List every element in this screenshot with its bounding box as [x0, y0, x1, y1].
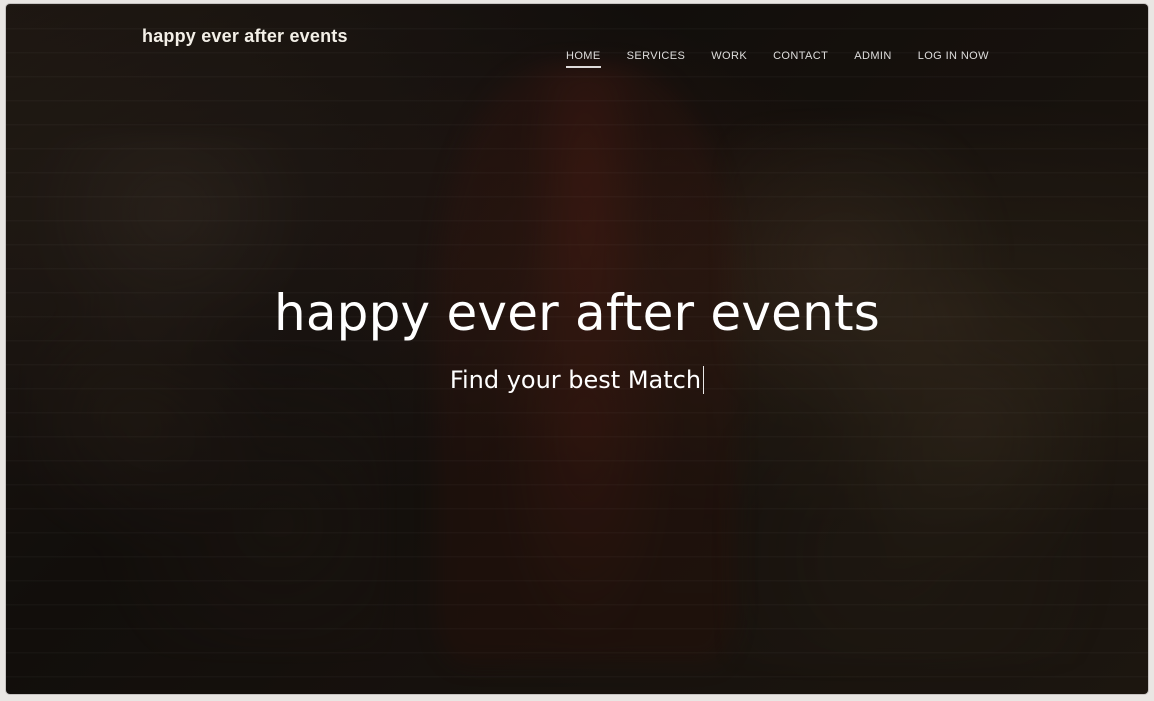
hero-section: happy ever after events Find your best M…	[6, 284, 1148, 394]
typed-subtitle: Find your best Match	[449, 366, 702, 394]
nav-admin[interactable]: ADMIN	[854, 50, 891, 62]
hero-title: happy ever after events	[273, 284, 881, 342]
nav-work[interactable]: WORK	[711, 50, 747, 62]
hero-subtitle: Find your best Match	[449, 366, 705, 394]
hero-background: happy ever after events HOME SERVICES WO…	[6, 4, 1148, 694]
site-brand[interactable]: happy ever after events	[142, 26, 348, 47]
nav-home[interactable]: HOME	[566, 50, 601, 68]
nav-contact[interactable]: CONTACT	[773, 50, 828, 62]
nav-services[interactable]: SERVICES	[627, 50, 686, 62]
main-nav: HOME SERVICES WORK CONTACT ADMIN LOG IN …	[566, 50, 989, 68]
nav-login[interactable]: LOG IN NOW	[918, 50, 989, 62]
text-cursor-icon	[703, 366, 705, 394]
top-navigation: happy ever after events HOME SERVICES WO…	[6, 4, 1148, 94]
